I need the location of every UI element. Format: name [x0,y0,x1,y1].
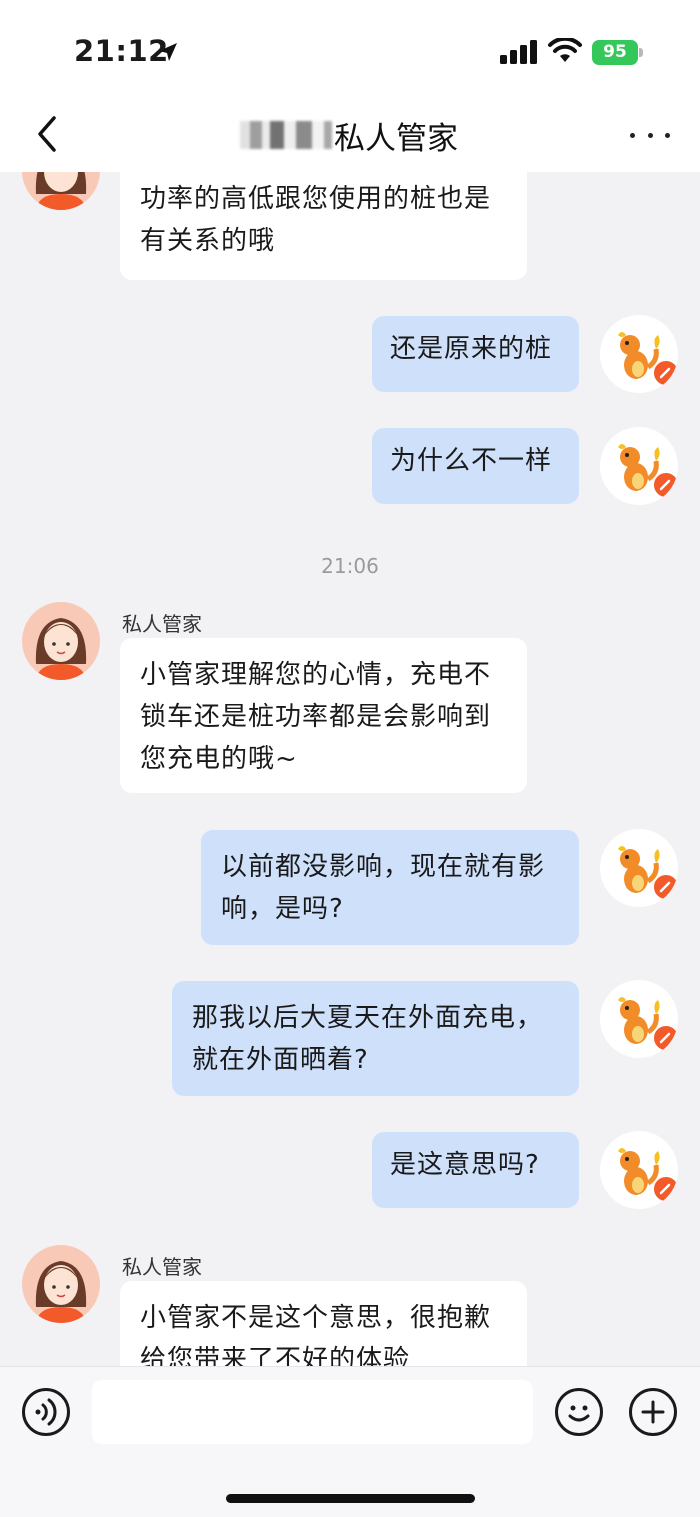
message-bubble-incoming[interactable]: 小管家理解您的心情，充电不 锁车还是桩功率都是会影响到 您充电的哦~ [120,638,527,793]
message-text: 小管家不是这个意思，很抱歉 [140,1303,492,1333]
user-avatar[interactable] [600,427,678,505]
message-text: 以前都没影响，现在就有影 [221,852,546,882]
message-text: 您充电的哦~ [140,744,298,774]
message-list[interactable]: 功率的高低跟您使用的桩也是 有关系的哦 还是原来的桩 为什么不一样 21:06 … [0,172,700,1366]
message-bubble-outgoing[interactable]: 为什么不一样 [372,428,579,504]
more-options-button[interactable] [630,120,670,150]
avatar-girl-icon [35,172,87,210]
emoji-icon [568,1405,590,1422]
sender-name: 私人管家 [122,612,202,636]
plus-icon [641,1400,665,1424]
chevron-left-icon [38,116,56,152]
battery-level: 95 [592,40,638,65]
battery-icon: 95 [592,40,644,65]
message-input[interactable] [92,1380,533,1444]
message-text: 还是原来的桩 [390,334,553,364]
message-bubble-outgoing[interactable]: 是这意思吗? [372,1132,579,1208]
message-bubble-incoming[interactable]: 功率的高低跟您使用的桩也是 有关系的哦 [120,172,527,280]
input-bar [0,1366,700,1517]
more-actions-button[interactable] [629,1388,677,1436]
timestamp: 21:06 [321,554,379,578]
butler-avatar[interactable] [22,602,100,680]
avatar-girl-icon [35,1261,87,1323]
voice-icon [35,1398,57,1426]
chat-header: 私人管家 [0,100,700,172]
status-time: 21:12 [74,34,169,68]
message-text: 给您带来了不好的体验 [140,1345,411,1366]
message-text: 功率的高低跟您使用的桩也是 [140,184,492,214]
message-bubble-outgoing[interactable]: 还是原来的桩 [372,316,579,392]
chat-title: 私人管家 [240,114,458,157]
message-text: 是这意思吗? [390,1150,540,1180]
cellular-signal-icon [500,40,537,64]
battery-cap [639,48,643,57]
message-text: 小管家理解您的心情，充电不 [140,660,492,690]
message-text: 那我以后大夏天在外面充电， [192,1003,544,1033]
message-bubble-incoming[interactable]: 小管家不是这个意思，很抱歉 给您带来了不好的体验 [120,1281,527,1366]
message-text: 为什么不一样 [390,446,553,476]
user-avatar[interactable] [600,980,678,1058]
butler-avatar[interactable] [22,1245,100,1323]
avatar-girl-icon [35,618,87,680]
home-indicator[interactable] [226,1494,475,1503]
message-text: 响，是吗? [221,894,344,924]
status-bar: 21:12 95 [0,0,700,100]
message-text: 就在外面晒着? [192,1045,369,1075]
user-avatar[interactable] [600,315,678,393]
message-text: 有关系的哦 [140,226,276,256]
voice-button[interactable] [22,1388,70,1436]
edit-badge-icon [652,1024,678,1052]
wifi-icon [548,38,582,62]
edit-badge-icon [652,471,678,499]
ellipsis-icon [630,132,635,138]
message-bubble-outgoing[interactable]: 以前都没影响，现在就有影 响，是吗? [201,830,579,945]
edit-badge-icon [652,359,678,387]
butler-avatar[interactable] [22,172,100,210]
emoji-button[interactable] [555,1388,603,1436]
user-avatar[interactable] [600,829,678,907]
message-bubble-outgoing[interactable]: 那我以后大夏天在外面充电， 就在外面晒着? [172,981,579,1096]
edit-badge-icon [652,1175,678,1203]
edit-badge-icon [652,873,678,901]
sender-name: 私人管家 [122,1255,202,1279]
user-avatar[interactable] [600,1131,678,1209]
back-button[interactable] [30,114,66,154]
chat-title-text: 私人管家 [334,120,458,157]
redacted-name [240,121,332,149]
message-text: 锁车还是桩功率都是会影响到 [140,702,492,732]
location-arrow-icon [159,43,177,61]
